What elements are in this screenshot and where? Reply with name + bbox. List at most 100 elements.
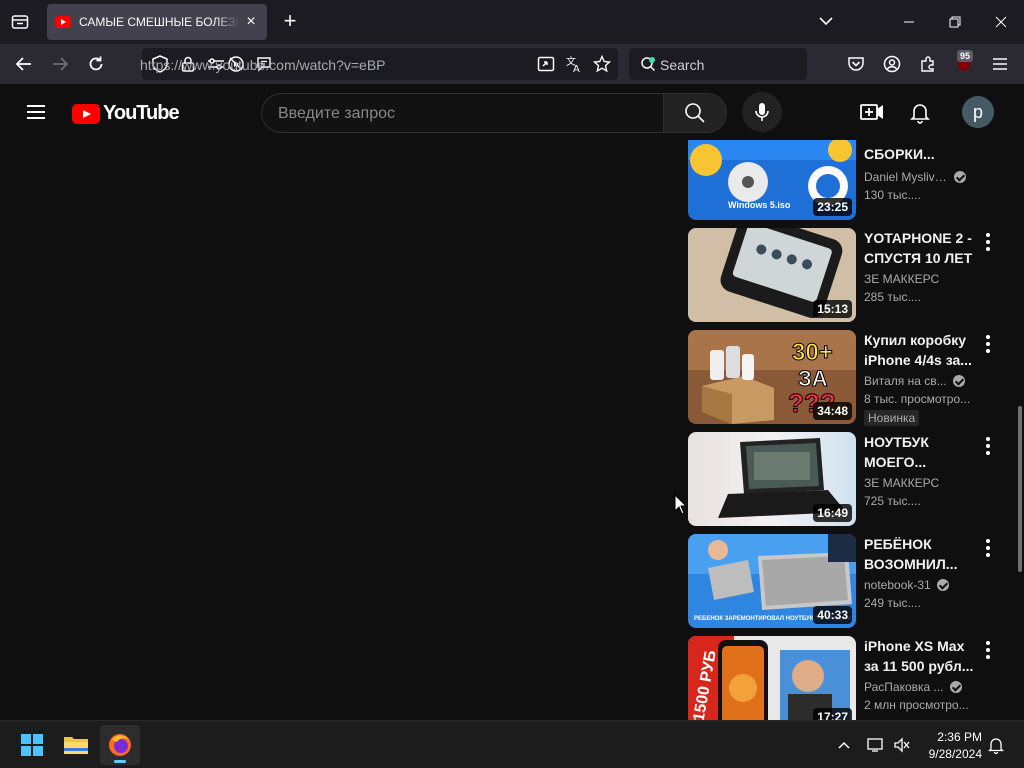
channel-label: Daniel Myslive... (864, 170, 948, 184)
mouse-cursor-icon (674, 494, 688, 515)
chevron-down-icon (819, 17, 833, 26)
folder-icon (64, 737, 88, 754)
pocket-button[interactable] (844, 52, 868, 76)
network-button[interactable] (864, 725, 888, 765)
channel-name[interactable]: Виталя на св... (864, 374, 965, 388)
active-tab[interactable]: САМЫЕ СМЕШНЫЕ БОЛЕЗНИ × (47, 4, 267, 40)
bookmark-button[interactable] (590, 52, 614, 76)
clock-date[interactable]: 9/28/2024 (916, 747, 982, 761)
list-all-tabs-button[interactable] (814, 12, 838, 32)
close-icon (995, 16, 1007, 28)
list-item[interactable]: 16:49 НОУТБУК МОЕГО... ЗЕ МАККЕРС 725 ты… (688, 432, 1008, 528)
tab-list-icon (11, 15, 29, 29)
video-title[interactable]: Купил коробку iPhone 4/4s за... (864, 330, 974, 370)
verified-icon (952, 375, 965, 387)
video-title[interactable]: РЕБЁНОК ВОЗОМНИЛ... (864, 534, 974, 574)
more-actions-button[interactable] (980, 332, 996, 356)
youtube-logo[interactable]: YouTube (72, 102, 180, 125)
list-item[interactable]: ЧТО ЭТО? Windows 5.iso 23:25 СБОРКИ... Da… (688, 140, 1008, 222)
channel-name[interactable]: notebook-31 (864, 578, 949, 592)
reload-button[interactable] (84, 52, 108, 76)
translate-button[interactable]: 文A (562, 52, 586, 76)
more-actions-button[interactable] (980, 536, 996, 560)
firefox-icon (109, 734, 131, 756)
more-actions-button[interactable] (980, 230, 996, 254)
create-button[interactable] (858, 100, 886, 124)
tab-list-button[interactable] (6, 8, 34, 36)
show-hidden-icons-button[interactable] (832, 725, 856, 765)
voice-search-button[interactable] (742, 92, 782, 132)
video-thumbnail[interactable]: 30+ ЗА??? 34:48 (688, 330, 856, 424)
video-views: 249 тыс.... (864, 596, 921, 610)
video-thumbnail[interactable]: 16:49 (688, 432, 856, 526)
avatar[interactable]: p (962, 96, 994, 128)
video-views: 8 тыс. просмотро... (864, 392, 971, 406)
bell-icon (988, 738, 1004, 754)
restore-icon (949, 16, 961, 28)
volume-button[interactable] (890, 725, 914, 765)
video-duration: 16:49 (813, 504, 852, 522)
search-icon (685, 103, 705, 123)
video-thumbnail[interactable]: 15:13 (688, 228, 856, 322)
account-icon (883, 55, 901, 73)
video-duration: 17:27 (813, 708, 852, 720)
video-title[interactable]: iPhone XS Max за 11 500 рубл... (864, 636, 974, 676)
channel-name[interactable]: ЗЕ МАККЕРС (864, 272, 939, 286)
start-button[interactable] (12, 725, 52, 765)
list-item[interactable]: 15:13 YOTAPHONE 2 - СПУСТЯ 10 ЛЕТ ЗЕ МАК… (688, 228, 1008, 324)
more-actions-button[interactable] (980, 434, 996, 458)
minimize-button[interactable] (897, 10, 921, 34)
firefox-taskbar-button[interactable] (100, 725, 140, 765)
file-explorer-button[interactable] (56, 725, 96, 765)
thumbnail-caption: Windows 5.iso (728, 200, 791, 210)
youtube-play-icon (72, 103, 100, 124)
channel-name[interactable]: Daniel Myslive... (864, 170, 966, 184)
channel-name[interactable]: ЗЕ МАККЕРС (864, 476, 939, 490)
restore-button[interactable] (943, 10, 967, 34)
video-thumbnail[interactable]: РЕБЕНОК ЗАРЕМОНТИРОВАЛ НОУТБУК ПО ГАЙДАМ… (688, 534, 856, 628)
list-item[interactable]: 11500 РУБ 17:27 iPhone XS Max за 11 500 … (688, 636, 1008, 720)
extensions-button[interactable] (916, 52, 940, 76)
guide-menu-button[interactable] (24, 100, 48, 124)
video-thumbnail[interactable]: 11500 РУБ 17:27 (688, 636, 856, 720)
search-engine-button[interactable] (636, 52, 660, 76)
tab-title: САМЫЕ СМЕШНЫЕ БОЛЕЗНИ (79, 15, 239, 29)
video-thumbnail[interactable]: ЧТО ЭТО? Windows 5.iso 23:25 (688, 140, 856, 220)
channel-label: Виталя на св... (864, 374, 947, 388)
translate-icon: 文A (566, 55, 580, 73)
new-tab-button[interactable]: + (278, 10, 302, 34)
windows-logo-icon (21, 734, 43, 756)
page-scrollbar[interactable] (1018, 406, 1022, 572)
verified-icon (949, 681, 962, 693)
notifications-button[interactable] (908, 100, 932, 124)
verified-icon (936, 579, 949, 591)
forward-button[interactable] (48, 52, 72, 76)
video-duration: 15:13 (813, 300, 852, 318)
youtube-search-button[interactable] (663, 93, 727, 133)
video-duration: 23:25 (813, 198, 852, 216)
list-item[interactable]: 30+ ЗА??? 34:48 Купил коробку iPhone 4/4s… (688, 330, 1008, 426)
channel-name[interactable]: РаcПаковка ... (864, 680, 962, 694)
hamburger-menu-icon (27, 105, 45, 119)
video-title[interactable]: СБОРКИ... (864, 144, 974, 164)
video-duration: 40:33 (813, 606, 852, 624)
verified-icon (954, 171, 966, 183)
picture-in-picture-button[interactable] (534, 52, 558, 76)
pocket-icon (848, 57, 864, 71)
video-title[interactable]: НОУТБУК МОЕГО... (864, 432, 974, 472)
video-title[interactable]: YOTAPHONE 2 - СПУСТЯ 10 ЛЕТ (864, 228, 974, 268)
star-icon (593, 55, 611, 73)
youtube-search-placeholder: Введите запрос (278, 105, 395, 122)
close-tab-icon[interactable]: × (243, 13, 259, 31)
account-button[interactable] (880, 52, 904, 76)
clock-time[interactable]: 2:36 PM (920, 730, 982, 744)
svg-text:A: A (573, 64, 580, 73)
notification-center-button[interactable] (984, 725, 1008, 765)
back-button[interactable] (12, 52, 36, 76)
channel-label: notebook-31 (864, 578, 931, 592)
app-menu-button[interactable] (988, 52, 1012, 76)
close-window-button[interactable] (989, 10, 1013, 34)
bell-icon (910, 104, 930, 124)
more-actions-button[interactable] (980, 638, 996, 662)
list-item[interactable]: РЕБЕНОК ЗАРЕМОНТИРОВАЛ НОУТБУК ПО ГАЙДАМ… (688, 534, 1008, 630)
